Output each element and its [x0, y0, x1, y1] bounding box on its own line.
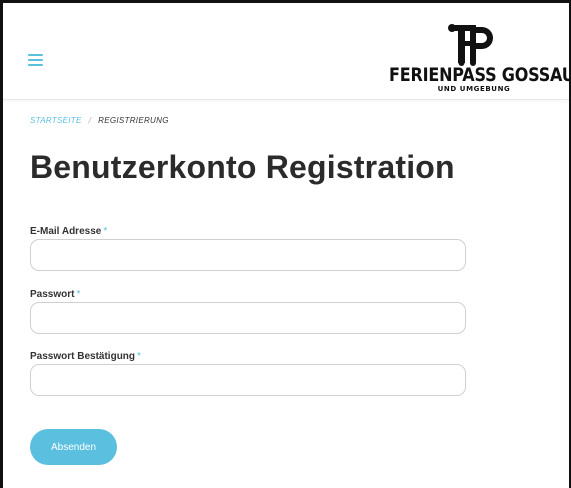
breadcrumb-home-link[interactable]: STARTSEITE [30, 116, 82, 125]
hamburger-icon[interactable] [28, 54, 43, 67]
breadcrumb-separator: / [88, 116, 92, 125]
password-label-text: Passwort [30, 289, 75, 300]
password-confirm-label: Passwort Bestätigung * [30, 351, 141, 362]
breadcrumb-current: REGISTRIERUNG [98, 116, 169, 125]
submit-button[interactable]: Absenden [30, 429, 117, 465]
password-label: Passwort * [30, 289, 80, 300]
email-label-text: E-Mail Adresse [30, 226, 102, 237]
page-title: Benutzerkonto Registration [30, 149, 455, 185]
required-marker: * [76, 289, 81, 300]
fp-monogram-icon [448, 24, 493, 66]
site-header: FERIENPASS GOSSAU UND UMGEBUNG [3, 3, 569, 100]
breadcrumb: STARTSEITE / REGISTRIERUNG [30, 116, 169, 125]
password-confirm-label-text: Passwort Bestätigung [30, 351, 136, 362]
required-marker: * [103, 226, 108, 237]
logo-subtitle: UND UMGEBUNG [437, 85, 511, 93]
password-confirm-field[interactable] [30, 364, 466, 396]
required-marker: * [137, 351, 141, 362]
email-field[interactable] [30, 239, 466, 271]
logo-text: FERIENPASS GOSSAU [389, 63, 571, 86]
email-label: E-Mail Adresse * [30, 226, 107, 237]
password-field[interactable] [30, 302, 466, 334]
page-frame: FERIENPASS GOSSAU UND UMGEBUNG STARTSEIT… [0, 0, 571, 488]
site-logo[interactable]: FERIENPASS GOSSAU UND UMGEBUNG [389, 17, 571, 97]
